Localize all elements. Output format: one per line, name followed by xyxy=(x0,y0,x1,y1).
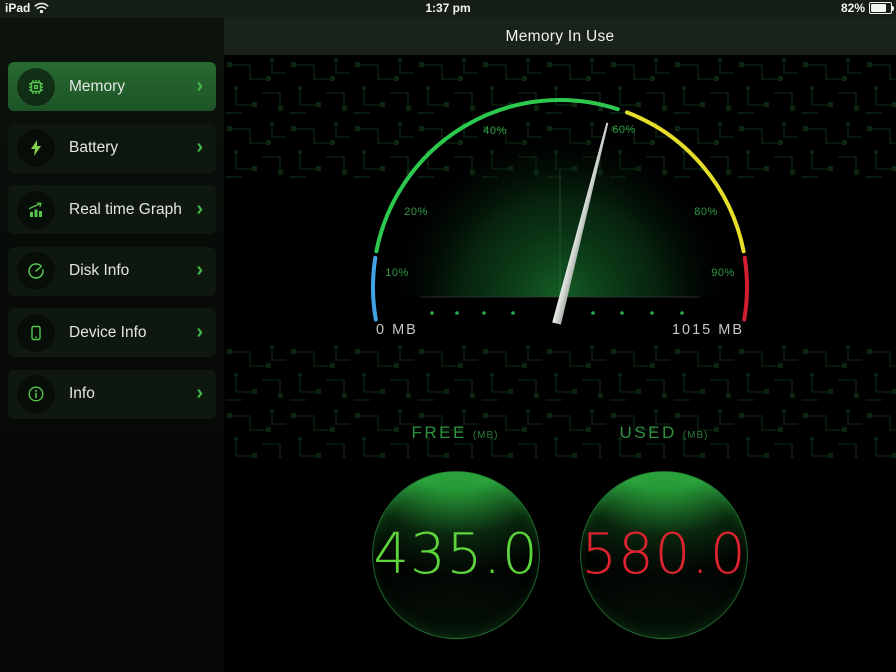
tick-label: 60% xyxy=(612,124,636,136)
chevron-right-icon: › xyxy=(196,199,203,219)
chevron-right-icon: › xyxy=(196,383,203,403)
free-memory-orb: 435.0 xyxy=(372,471,540,639)
sidebar-item-label: Info xyxy=(69,385,196,403)
free-memory-value: 435.0 xyxy=(373,527,538,583)
tick-label: 80% xyxy=(694,206,718,218)
title-bar: Memory In Use xyxy=(224,18,896,55)
tick-label: 40% xyxy=(483,125,507,137)
sidebar: Memory › Battery › Rea xyxy=(0,18,224,672)
clock: 1:37 pm xyxy=(0,1,896,15)
battery-percent-label: 82% xyxy=(841,1,865,15)
circuit-pattern-middle xyxy=(224,342,896,458)
chevron-right-icon: › xyxy=(196,322,203,342)
sidebar-item-info[interactable]: Info › xyxy=(8,370,216,419)
free-label-text: FREE xyxy=(411,423,466,442)
sidebar-item-device-info[interactable]: Device Info › xyxy=(8,308,216,357)
disk-icon xyxy=(17,252,55,290)
status-bar: iPad 1:37 pm 82% xyxy=(0,0,896,18)
sidebar-item-label: Real time Graph xyxy=(69,201,196,219)
used-memory-value: 580.0 xyxy=(581,527,746,583)
bolt-icon xyxy=(17,129,55,167)
free-unit-text: (MB) xyxy=(473,430,499,441)
sidebar-item-label: Disk Info xyxy=(69,262,196,280)
chevron-right-icon: › xyxy=(196,137,203,157)
bar-graph-icon xyxy=(17,191,55,229)
gauge-min-label: 0 MB xyxy=(376,322,418,338)
free-memory-label: FREE (MB) xyxy=(370,423,540,441)
tick-label: 20% xyxy=(404,206,428,218)
sidebar-item-label: Device Info xyxy=(69,324,196,342)
sidebar-item-label: Battery xyxy=(69,139,196,157)
tick-label: 90% xyxy=(711,267,735,279)
info-icon xyxy=(17,375,55,413)
used-memory-label: USED (MB) xyxy=(579,423,749,441)
used-memory-orb: 580.0 xyxy=(580,471,748,639)
sidebar-item-disk-info[interactable]: Disk Info › xyxy=(8,247,216,296)
page-title: Memory In Use xyxy=(506,28,615,46)
chevron-right-icon: › xyxy=(196,76,203,96)
memory-gauge: 10% 20% 40% 60% 80% 90% 0 MB 1015 MB xyxy=(224,55,896,355)
used-unit-text: (MB) xyxy=(683,430,709,441)
arc-segment-red xyxy=(744,258,747,320)
cpu-icon xyxy=(17,68,55,106)
chevron-right-icon: › xyxy=(196,260,203,280)
sidebar-item-memory[interactable]: Memory › xyxy=(8,62,216,111)
gauge-max-label: 1015 MB xyxy=(672,322,744,338)
device-icon xyxy=(17,314,55,352)
used-label-text: USED xyxy=(620,423,677,442)
tick-label: 10% xyxy=(385,267,409,279)
sidebar-item-battery[interactable]: Battery › xyxy=(8,124,216,173)
arc-segment-blue xyxy=(373,258,376,320)
sidebar-item-label: Memory xyxy=(69,78,196,96)
battery-icon xyxy=(869,2,892,14)
sidebar-item-real-time-graph[interactable]: Real time Graph › xyxy=(8,185,216,234)
main-content: 10% 20% 40% 60% 80% 90% 0 MB 1015 MB FRE… xyxy=(224,55,896,672)
